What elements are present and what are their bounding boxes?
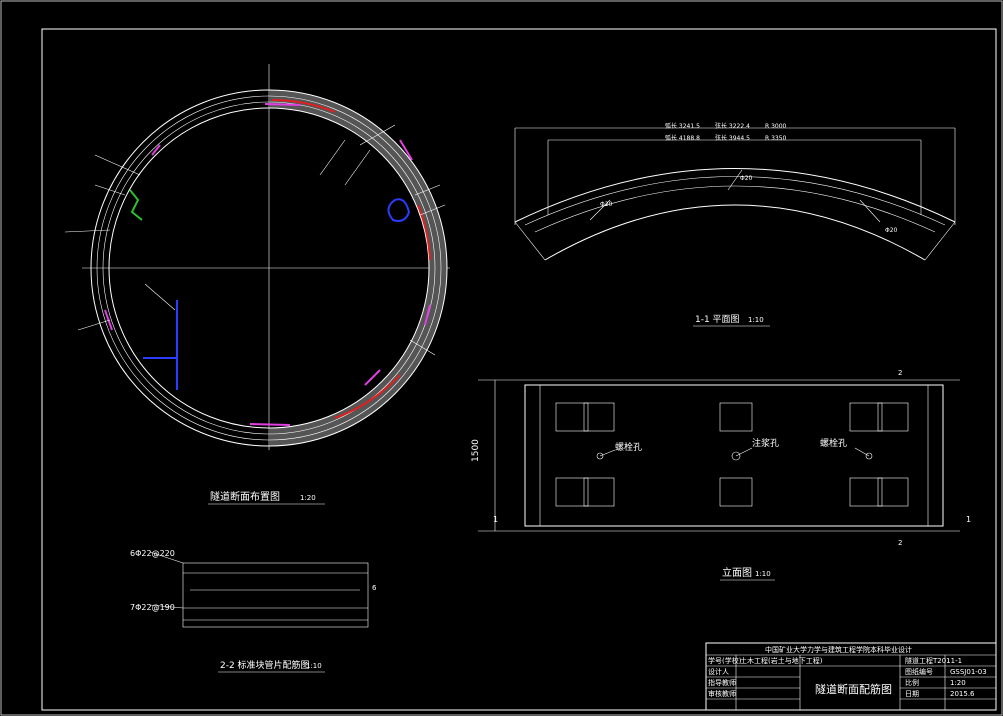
rebar-view-title: 2-2 标准块管片配筋图: [220, 659, 310, 671]
plan-label-arc1: 弧长 3241.5: [665, 122, 700, 130]
label-bolt-hole-right: 螺栓孔: [820, 437, 847, 449]
tb-r1-c4: 隧道工程T2011-1: [905, 656, 962, 665]
section-view-title: 隧道断面布置图: [210, 490, 280, 503]
drawing-name: 隧道断面配筋图: [815, 682, 892, 696]
tb-date: 2015.6: [950, 690, 975, 698]
plan-label-arc3: 弧长 4188.8: [665, 134, 700, 142]
plan-view: 弧长 3241.5 弦长 3222.4 R 3000 弧长 4188.8 弦长 …: [514, 122, 956, 327]
label-grout-hole: 注浆孔: [752, 437, 779, 449]
plan-label-r1: R 3000: [765, 123, 787, 130]
rebar-bottom-label: 7Φ22@190: [130, 603, 175, 612]
plan-view-scale: 1:10: [748, 316, 764, 324]
plan-label-arc2: 弦长 3222.4: [715, 122, 750, 130]
tb-r1-c1: 学号(学校): [708, 656, 742, 665]
plan-label-thk2: Φ20: [740, 175, 753, 182]
title-block-header: 中国矿业大学力学与建筑工程学院本科毕业设计: [765, 645, 912, 654]
section-mark-right: 1: [966, 515, 971, 524]
elevation-view: 1500 螺栓孔 注浆孔 螺栓孔 1 1 2 2 立面图 1:10: [471, 369, 971, 581]
label-bolt-hole-left: 螺栓孔: [615, 441, 642, 453]
rebar-view: 6Φ22@220 7Φ22@190 6 2-2 标准块管片配筋图 1:10: [130, 549, 377, 673]
tb-scale: 1:20: [950, 679, 966, 687]
section-view-scale: 1:20: [300, 494, 316, 502]
rebar-side-dim: 6: [372, 584, 377, 592]
plan-label-arc4: 弦长 3944.5: [715, 134, 750, 142]
tb-date-label: 日期: [905, 690, 919, 698]
elevation-view-title: 立面图: [722, 566, 752, 579]
section-mark-left: 1: [493, 515, 498, 524]
plan-view-title: 1-1 平面图: [695, 314, 740, 325]
plan-label-thk1: Φ20: [600, 201, 613, 208]
section-mark-bottom: 2: [898, 539, 902, 547]
tb-r2-c1: 设计人: [708, 667, 729, 676]
tb-r4-c1: 审核教师: [708, 689, 736, 698]
section-mark-top: 2: [898, 369, 902, 377]
tb-scale-label: 比例: [905, 678, 919, 687]
elevation-view-scale: 1:10: [755, 570, 771, 578]
tunnel-section-view: 隧道断面布置图 1:20: [64, 64, 450, 505]
tb-r3-c1: 指导教师: [708, 678, 736, 687]
tb-drawing-no: GSSJ01-03: [950, 668, 987, 676]
plan-label-r2: R 3350: [765, 135, 787, 142]
rebar-view-scale: 1:10: [306, 662, 322, 670]
tb-drawing-no-label: 图纸编号: [905, 667, 933, 676]
rebar-top-label: 6Φ22@220: [130, 549, 175, 558]
elevation-height-dim: 1500: [471, 439, 481, 462]
plan-label-thk3: Φ20: [885, 227, 898, 234]
tb-r1-c2: 土木工程(岩土与地下工程): [740, 656, 823, 665]
cad-drawing-canvas: 隧道断面布置图 1:20 弧长 3241.5 弦长 3222.4 R 3000 …: [0, 0, 1003, 716]
title-block: 中国矿业大学力学与建筑工程学院本科毕业设计 学号(学校) 土木工程(岩土与地下工…: [705, 642, 997, 711]
